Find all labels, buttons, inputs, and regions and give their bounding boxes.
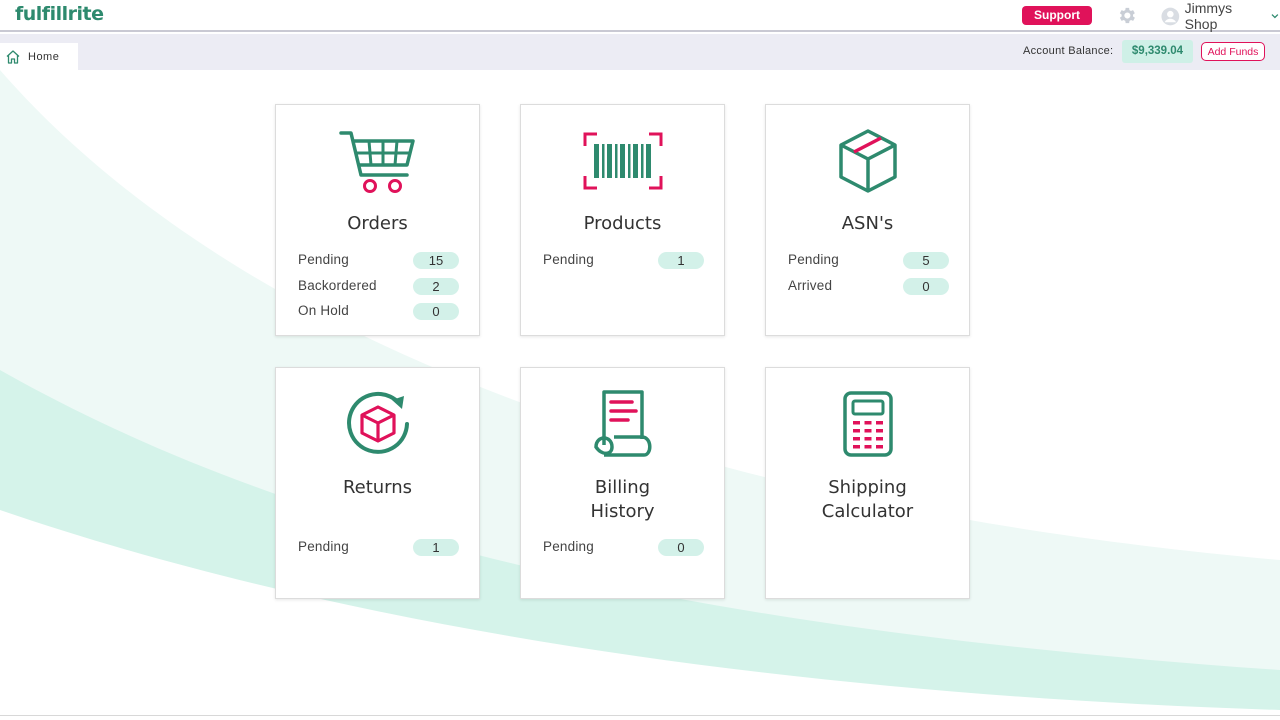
orders-title: Orders bbox=[347, 213, 408, 234]
support-button[interactable]: Support bbox=[1022, 6, 1092, 25]
row-label: Pending bbox=[298, 539, 349, 554]
row-label: On Hold bbox=[298, 303, 349, 318]
shopping-cart-icon bbox=[338, 131, 415, 193]
shipping-calculator-card[interactable]: Shipping Calculator bbox=[765, 367, 970, 599]
row-label: Pending bbox=[543, 252, 594, 267]
products-title: Products bbox=[583, 213, 662, 234]
products-card[interactable]: Products Pending 1 bbox=[520, 104, 725, 336]
account-balance-value: $9,339.04 bbox=[1122, 40, 1193, 63]
billing-history-card[interactable]: Billing History Pending 0 bbox=[520, 367, 725, 599]
user-name: Jimmys Shop bbox=[1184, 0, 1233, 32]
calculator-icon bbox=[842, 391, 893, 457]
orders-row-pending: Pending 15 bbox=[298, 251, 459, 269]
returns-row-pending: Pending 1 bbox=[298, 538, 459, 556]
logo-text: fulfillrite bbox=[15, 3, 104, 25]
billing-history-title-line2: History bbox=[590, 501, 655, 522]
count-badge: 0 bbox=[658, 539, 704, 556]
shipping-calculator-title-line1: Shipping bbox=[828, 477, 907, 498]
row-label: Backordered bbox=[298, 278, 377, 293]
box-icon bbox=[838, 129, 897, 193]
count-badge: 0 bbox=[413, 303, 459, 320]
return-box-icon bbox=[346, 391, 409, 454]
returns-card[interactable]: Returns Pending 1 bbox=[275, 367, 480, 599]
top-bar: fulfillrite Support Jimmys Shop bbox=[0, 0, 1280, 32]
asns-row-arrived: Arrived 0 bbox=[788, 277, 949, 295]
row-label: Pending bbox=[543, 539, 594, 554]
orders-card[interactable]: Orders Pending 15 Backordered 2 On Hold … bbox=[275, 104, 480, 336]
billing-row-pending: Pending 0 bbox=[543, 538, 704, 556]
home-icon bbox=[6, 49, 20, 64]
row-label: Arrived bbox=[788, 278, 833, 293]
bottom-divider bbox=[0, 715, 1280, 716]
gear-icon[interactable] bbox=[1116, 5, 1137, 26]
add-funds-button[interactable]: Add Funds bbox=[1201, 42, 1265, 61]
receipt-icon bbox=[593, 390, 651, 457]
shipping-calculator-title-line2: Calculator bbox=[821, 501, 914, 522]
asns-card[interactable]: ASN's Pending 5 Arrived 0 bbox=[765, 104, 970, 336]
count-badge: 1 bbox=[658, 252, 704, 269]
row-label: Pending bbox=[298, 252, 349, 267]
count-badge: 2 bbox=[413, 278, 459, 295]
orders-row-backordered: Backordered 2 bbox=[298, 277, 459, 295]
products-row-pending: Pending 1 bbox=[543, 251, 704, 269]
user-menu[interactable]: Jimmys Shop bbox=[1161, 0, 1280, 32]
count-badge: 0 bbox=[903, 278, 949, 295]
user-avatar-icon bbox=[1161, 7, 1180, 25]
chevron-down-icon bbox=[1271, 14, 1279, 19]
tab-home-label: Home bbox=[28, 50, 60, 63]
tab-home[interactable]: Home bbox=[0, 43, 78, 70]
orders-row-on-hold: On Hold 0 bbox=[298, 302, 459, 320]
billing-history-title-line1: Billing bbox=[594, 477, 651, 498]
returns-title: Returns bbox=[342, 477, 413, 498]
count-badge: 15 bbox=[413, 252, 459, 269]
count-badge: 1 bbox=[413, 539, 459, 556]
count-badge: 5 bbox=[903, 252, 949, 269]
asns-title: ASN's bbox=[841, 213, 894, 234]
fulfillrite-logo[interactable]: fulfillrite bbox=[15, 3, 104, 25]
row-label: Pending bbox=[788, 252, 839, 267]
asns-row-pending: Pending 5 bbox=[788, 251, 949, 269]
sub-bar: Home Account Balance: $9,339.04 Add Fund… bbox=[0, 34, 1280, 70]
account-balance-label: Account Balance: bbox=[1023, 45, 1114, 57]
barcode-icon bbox=[583, 132, 662, 190]
